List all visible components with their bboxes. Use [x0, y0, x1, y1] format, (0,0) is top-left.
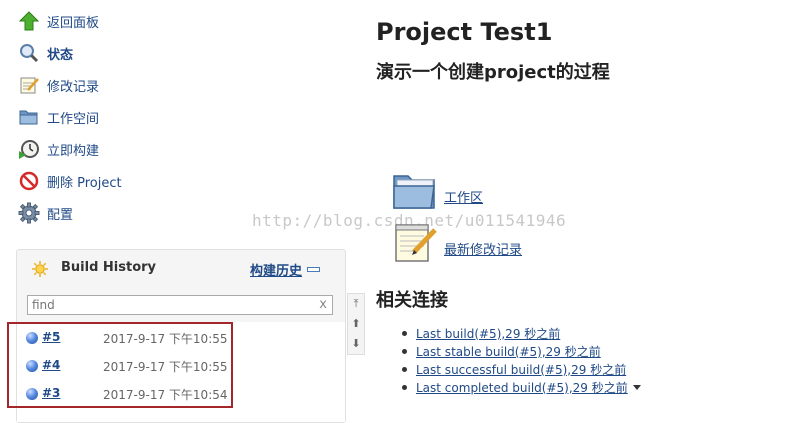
build-clock-icon	[18, 138, 40, 160]
last-successful-build-link[interactable]: Last successful build(#5),29 秒之前	[416, 361, 626, 378]
bullet-icon	[402, 366, 407, 372]
last-stable-build-link[interactable]: Last stable build(#5),29 秒之前	[416, 343, 601, 360]
build-search-box: x	[27, 295, 333, 315]
search-icon	[18, 42, 40, 64]
build-history-pager: ⤒ ⬆ ⬇	[347, 293, 365, 355]
page-title: Project Test1	[376, 18, 553, 46]
recent-changes-link[interactable]: 最新修改记录	[392, 222, 522, 268]
page-first-icon[interactable]: ⤒	[348, 294, 364, 314]
project-description: 演示一个创建project的过程	[376, 62, 610, 83]
sidebar-item-changes[interactable]: 修改记录	[18, 73, 99, 97]
highlight-box	[7, 322, 233, 408]
page-down-icon[interactable]: ⬇	[348, 334, 364, 354]
up-arrow-icon	[18, 10, 40, 32]
list-item: Last build(#5),29 秒之前	[402, 324, 641, 342]
workspace-link[interactable]: 工作区	[392, 170, 483, 216]
sidebar-item-configure[interactable]: 配置	[18, 201, 73, 225]
sidebar-item-label: 状态	[47, 47, 74, 63]
bullet-icon	[402, 384, 407, 390]
sidebar-item-back-to-dashboard[interactable]: 返回面板	[18, 9, 99, 33]
build-history-title: Build History	[61, 260, 157, 275]
build-history-header: Build History 构建历史	[17, 250, 345, 286]
sidebar-item-label: 配置	[47, 207, 74, 223]
related-links-heading: 相关连接	[376, 290, 448, 311]
last-build-link[interactable]: Last build(#5),29 秒之前	[416, 325, 560, 342]
list-item: Last successful build(#5),29 秒之前	[402, 360, 641, 378]
bullet-icon	[402, 348, 407, 354]
sidebar-item-label: 修改记录	[47, 79, 100, 95]
sidebar-item-workspace[interactable]: 工作空间	[18, 105, 99, 129]
sidebar-item-build-now[interactable]: 立即构建	[18, 137, 99, 161]
notepad-icon	[18, 74, 40, 96]
folder-icon	[18, 106, 40, 128]
sidebar-item-delete-project[interactable]: 删除 Project	[18, 169, 122, 193]
related-links-list: Last build(#5),29 秒之前 Last stable build(…	[402, 324, 641, 396]
collapse-icon[interactable]	[307, 267, 320, 272]
sidebar-item-label: 删除 Project	[47, 175, 122, 191]
list-item: Last completed build(#5),29 秒之前	[402, 378, 641, 396]
build-search-input[interactable]	[28, 296, 312, 314]
workspace-link-label[interactable]: 工作区	[444, 187, 483, 206]
list-item: Last stable build(#5),29 秒之前	[402, 342, 641, 360]
recent-changes-link-label[interactable]: 最新修改记录	[444, 239, 522, 258]
sidebar-item-label: 工作空间	[47, 111, 100, 127]
folder-icon	[392, 170, 438, 216]
bullet-icon	[402, 330, 407, 336]
notepad-icon	[392, 220, 438, 268]
sidebar-item-label: 返回面板	[47, 15, 100, 31]
build-trend-link[interactable]: 构建历史	[250, 260, 302, 279]
sidebar-item-label: 立即构建	[47, 143, 100, 159]
sidebar-item-status[interactable]: 状态	[18, 41, 73, 65]
sun-icon	[31, 260, 49, 282]
dropdown-caret-icon[interactable]	[632, 384, 641, 390]
gear-icon	[18, 202, 40, 224]
page-up-icon[interactable]: ⬆	[348, 314, 364, 334]
last-completed-build-link[interactable]: Last completed build(#5),29 秒之前	[416, 379, 628, 396]
no-entry-icon	[18, 170, 40, 192]
clear-search-icon[interactable]: x	[319, 297, 327, 312]
